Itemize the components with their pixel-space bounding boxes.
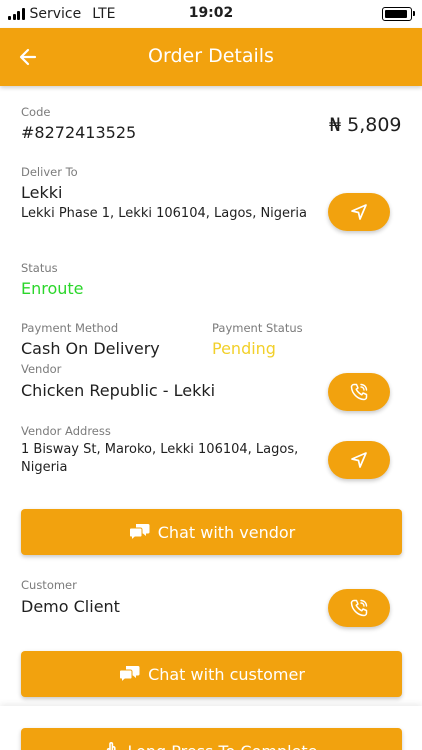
payment-status-label: Payment Status [212,321,303,335]
status-label: Status [21,261,58,275]
bottom-action-bar: Long Press To Complete [0,706,422,750]
app-bar: Order Details [0,28,422,86]
chat-vendor-button[interactable]: Chat with vendor [21,509,402,555]
navigation-arrow-icon [351,204,367,220]
clock: 19:02 [188,5,234,21]
deliver-to-address: Lekki Phase 1, Lekki 106104, Lagos, Nige… [21,206,307,221]
phone-call-icon [350,383,368,401]
deliver-to-label: Deliver To [21,165,78,179]
order-code: #8272413525 [21,123,137,142]
call-customer-button[interactable] [328,589,390,627]
long-press-complete-label: Long Press To Complete [127,742,317,750]
status-bar: Service LTE 19:02 [0,0,422,28]
code-label: Code [21,105,51,119]
customer-label: Customer [21,578,77,592]
long-press-complete-button[interactable]: Long Press To Complete [21,728,402,750]
payment-status: Pending [212,339,276,358]
chat-customer-button[interactable]: Chat with customer [21,651,402,697]
vendor-address-label: Vendor Address [21,424,111,438]
customer-name: Demo Client [21,597,120,616]
vendor-name: Chicken Republic - Lekki [21,381,216,400]
order-amount: ₦ 5,809 [329,114,402,136]
status-badge: Enroute [21,279,84,298]
navigation-arrow-icon [351,452,367,468]
payment-method: Cash On Delivery [21,339,160,358]
hand-pointer-icon [107,742,117,750]
chat-vendor-label: Chat with vendor [157,522,296,542]
navigate-delivery-button[interactable] [328,193,390,231]
page-title: Order Details [148,45,274,67]
phone-call-icon [350,599,368,617]
chat-customer-label: Chat with customer [148,664,305,684]
battery-icon [382,7,415,21]
chat-bubbles-icon [119,666,140,683]
vendor-address: 1 Bisway St, Maroko, Lekki 106104, Lagos… [21,442,299,475]
call-vendor-button[interactable] [328,373,390,411]
payment-method-label: Payment Method [21,321,119,335]
chat-bubbles-icon [128,524,150,541]
vendor-label: Vendor [21,362,62,376]
navigate-vendor-button[interactable] [328,441,390,479]
deliver-to-name: Lekki [21,183,63,202]
